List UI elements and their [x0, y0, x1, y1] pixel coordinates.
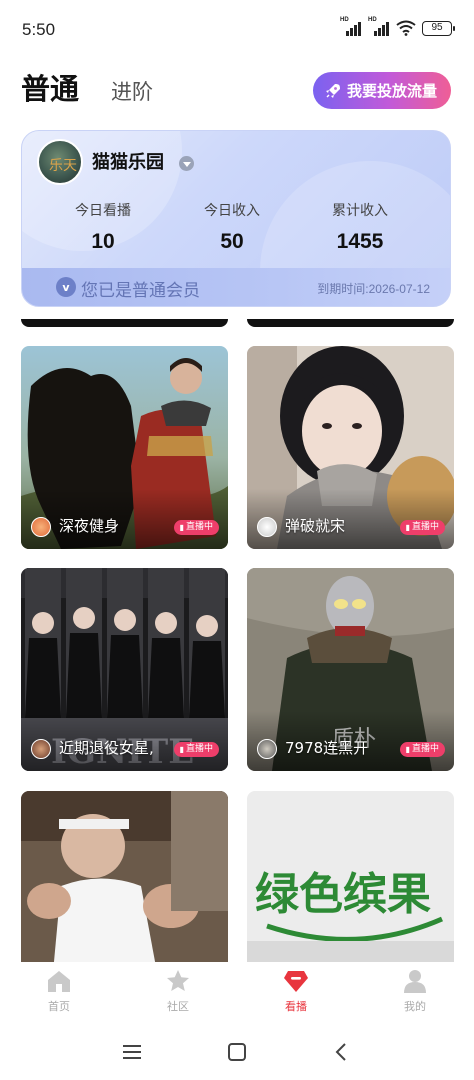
promote-traffic-label: 我要投放流量 [346, 82, 437, 100]
streamer-avatar [31, 739, 51, 759]
rocket-icon [325, 83, 340, 98]
live-icon: ▮ [179, 745, 184, 754]
streamer-name: 深夜健身 [59, 517, 120, 535]
member-card: 乐天 猫猫乐园 今日看播 10 今日收入 50 累计收入 1455 v 您已是普… [21, 130, 451, 307]
avatar[interactable]: 乐天 [37, 139, 83, 185]
streamer-name: 弹破就宋 [285, 517, 346, 535]
system-navigation [0, 1022, 474, 1080]
bottom-navigation: 首页 社区 看播 我的 [0, 962, 474, 1022]
menu-icon[interactable] [120, 1040, 144, 1064]
live-badge: ▮ 直播中 [173, 520, 219, 535]
back-icon[interactable] [330, 1040, 354, 1064]
live-badge: ▮ 直播中 [399, 742, 445, 757]
promote-traffic-button[interactable]: 我要投放流量 [312, 72, 451, 109]
status-time: 5:50 [22, 20, 56, 39]
membership-status: 您已是普通会员 [81, 281, 200, 301]
svg-text:绿色缤果: 绿色缤果 [255, 869, 431, 920]
status-bar: 5:50 HD HD 95 [0, 0, 474, 60]
streamer-avatar [257, 739, 277, 759]
stream-card[interactable]: 深夜健身 ▮ 直播中 [21, 346, 228, 549]
nav-watch-live[interactable]: 看播 [261, 968, 331, 1014]
star-icon [167, 970, 189, 991]
expiry-date: 到期时间:2026-07-12 [317, 282, 430, 296]
stream-card[interactable]: IGNITE 近期退役女星, ▮直播中 [21, 568, 228, 771]
username[interactable]: 猫猫乐园 [92, 148, 164, 174]
streamer-name: 近期退役女星, [59, 739, 154, 757]
chevron-down-icon[interactable] [179, 156, 194, 171]
app-screen: 5:50 HD HD 95 普通 进阶 我要投放流量 乐天 猫猫乐园 今日看播 … [0, 0, 474, 1080]
stream-card[interactable]: 质朴 7978连黑开 ▮直播中 [247, 568, 454, 771]
live-badge: ▮ 直播中 [399, 520, 445, 535]
signal-icon: HD [368, 17, 390, 36]
live-icon: ▮ [405, 745, 410, 754]
streamer-avatar [257, 517, 277, 537]
header: 普通 进阶 我要投放流量 [0, 60, 474, 120]
stat-today-views: 今日看播 10 [75, 203, 131, 253]
battery-icon: 95 [422, 20, 455, 36]
stat-today-income: 今日收入 50 [204, 203, 260, 253]
live-gem-icon [284, 971, 308, 992]
nav-community[interactable]: 社区 [143, 968, 213, 1014]
tab-advanced[interactable]: 进阶 [111, 76, 153, 106]
vip-badge-icon: v [56, 277, 76, 297]
streamer-name: 7978连黑开 [285, 739, 369, 757]
home-square-icon[interactable] [225, 1040, 249, 1064]
tab-normal[interactable]: 普通 [21, 66, 79, 108]
profile-icon [404, 970, 426, 993]
live-icon: ▮ [179, 523, 184, 532]
streamer-avatar [31, 517, 51, 537]
previous-row-tile [21, 319, 228, 327]
previous-row-tile [247, 319, 454, 327]
nav-profile[interactable]: 我的 [380, 968, 450, 1014]
membership-bar[interactable]: v 您已是普通会员 到期时间:2026-07-12 [22, 268, 450, 306]
signal-icon: HD [340, 17, 362, 36]
live-icon: ▮ [405, 523, 410, 532]
wifi-icon [396, 20, 416, 36]
status-icons: HD HD 95 [340, 17, 455, 36]
home-icon [48, 971, 70, 992]
nav-home[interactable]: 首页 [24, 968, 94, 1014]
stream-card[interactable]: 弹破就宋 ▮ 直播中 [247, 346, 454, 549]
live-badge: ▮ 直播中 [173, 742, 219, 757]
stat-total-income: 累计收入 1455 [332, 203, 388, 253]
